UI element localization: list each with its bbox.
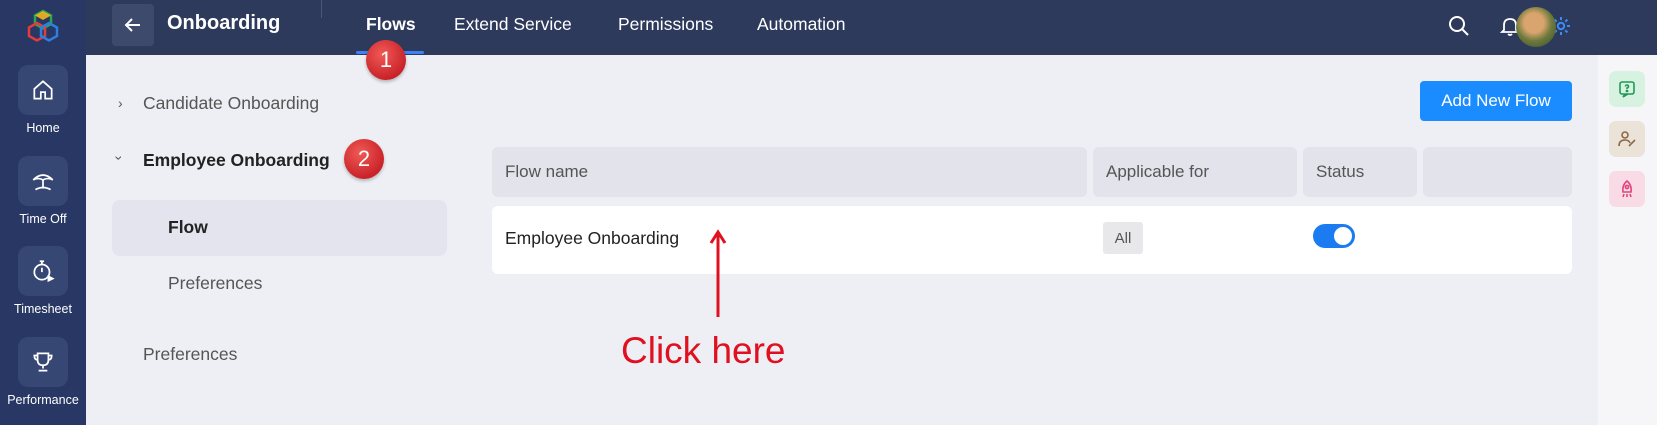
rocket-icon[interactable] — [1609, 171, 1645, 207]
tree-item-flow-selected[interactable] — [112, 200, 447, 256]
help-chat-icon[interactable] — [1609, 71, 1645, 107]
tree-item-preferences[interactable]: Preferences — [143, 344, 237, 365]
rail-item-time-off[interactable]: Time Off — [0, 156, 86, 226]
people-icon[interactable] — [1609, 121, 1645, 157]
chevron-right-icon[interactable]: › — [118, 95, 123, 111]
umbrella-icon — [18, 156, 68, 206]
trophy-icon — [18, 337, 68, 387]
avatar[interactable] — [1516, 7, 1556, 47]
add-new-flow-button[interactable]: Add New Flow — [1420, 81, 1572, 121]
chevron-down-icon[interactable]: › — [111, 156, 127, 161]
tree-item-flow[interactable]: Flow — [168, 217, 208, 238]
tab-permissions[interactable]: Permissions — [618, 14, 713, 35]
top-bar: Onboarding Flows Extend Service Permissi… — [86, 0, 1657, 55]
right-panel — [1598, 55, 1657, 425]
tab-automation[interactable]: Automation — [757, 14, 846, 35]
rail-label: Timesheet — [14, 302, 72, 316]
column-header-status: Status — [1303, 147, 1417, 197]
rail-item-home[interactable]: Home — [0, 65, 86, 135]
tree-item-employee-onboarding[interactable]: Employee Onboarding — [143, 150, 330, 171]
status-toggle[interactable] — [1313, 224, 1355, 248]
tree-item-sub-preferences[interactable]: Preferences — [168, 273, 262, 294]
nav-divider — [321, 0, 322, 18]
rail-label: Performance — [7, 393, 79, 407]
rail-label: Time Off — [19, 212, 67, 226]
rail-label: Home — [26, 121, 60, 135]
tab-extend-service[interactable]: Extend Service — [454, 14, 572, 35]
back-arrow-icon[interactable] — [112, 4, 154, 46]
app-logo-icon[interactable] — [26, 8, 60, 42]
page-title: Onboarding — [167, 12, 281, 34]
tree-item-candidate-onboarding[interactable]: Candidate Onboarding — [143, 93, 319, 114]
annotation-text: Click here — [621, 330, 786, 371]
column-header-applicable-for: Applicable for — [1093, 147, 1297, 197]
step-marker-1: 1 — [366, 40, 406, 80]
home-icon — [18, 65, 68, 115]
flow-name-cell[interactable]: Employee Onboarding — [505, 228, 679, 249]
left-rail: Home Time Off Timesheet Performance — [0, 0, 86, 425]
rail-item-performance[interactable]: Performance — [0, 337, 86, 407]
rail-item-timesheet[interactable]: Timesheet — [0, 246, 86, 316]
applicable-tag: All — [1103, 222, 1143, 254]
column-header-flow-name: Flow name — [492, 147, 1087, 197]
annotation-arrow-icon — [709, 229, 727, 317]
toggle-knob — [1334, 227, 1352, 245]
column-header-actions — [1423, 147, 1572, 197]
step-marker-2: 2 — [344, 139, 384, 179]
stopwatch-icon — [18, 246, 68, 296]
tab-flows[interactable]: Flows — [366, 14, 416, 35]
search-icon[interactable] — [1446, 13, 1472, 39]
